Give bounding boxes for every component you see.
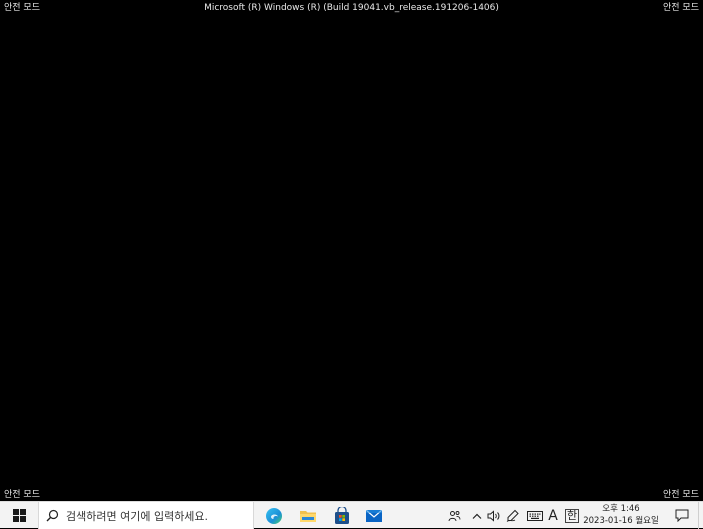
show-desktop-button[interactable] xyxy=(698,502,703,529)
volume-button[interactable] xyxy=(486,502,502,529)
people-icon xyxy=(448,510,460,521)
edge-icon xyxy=(266,507,282,524)
taskbar: 검색하려면 여기에 입력하세요. A 한 오후 1:46 2023-01-16 … xyxy=(0,501,703,529)
file-explorer-icon xyxy=(300,510,316,522)
search-icon xyxy=(46,509,60,523)
windows-logo-icon xyxy=(12,509,26,522)
ime-indicator[interactable]: 한 xyxy=(564,502,580,529)
keyboard-icon xyxy=(527,510,543,521)
speaker-volume-icon xyxy=(487,509,500,522)
search-placeholder: 검색하려면 여기에 입력하세요. xyxy=(66,509,209,523)
pen-workspace-icon xyxy=(506,509,519,522)
taskbar-app-edge[interactable] xyxy=(257,502,291,529)
touch-keyboard-button[interactable] xyxy=(526,502,544,529)
taskbar-app-mail[interactable] xyxy=(357,502,391,529)
action-center-button[interactable] xyxy=(670,502,694,529)
taskbar-clock[interactable]: 오후 1:46 2023-01-16 월요일 xyxy=(582,503,660,527)
people-button[interactable] xyxy=(445,502,463,529)
taskbar-search-box[interactable]: 검색하려면 여기에 입력하세요. xyxy=(38,502,254,529)
taskbar-app-file-explorer[interactable] xyxy=(291,502,325,529)
start-button[interactable] xyxy=(0,502,38,529)
windows-build-string: Microsoft (R) Windows (R) (Build 19041.v… xyxy=(204,3,499,13)
safe-mode-label-bottom-left: 안전 모드 xyxy=(4,490,40,500)
microsoft-store-icon xyxy=(335,506,349,524)
mail-icon xyxy=(365,509,383,522)
clock-date: 2023-01-16 월요일 xyxy=(583,516,659,526)
show-hidden-icons-button[interactable] xyxy=(470,502,484,529)
input-mode-indicator[interactable]: A xyxy=(546,502,560,529)
safe-mode-label-bottom-right: 안전 모드 xyxy=(663,490,699,500)
pen-workspace-button[interactable] xyxy=(505,502,521,529)
ime-label: 한 xyxy=(564,508,580,523)
taskbar-app-store[interactable] xyxy=(325,502,359,529)
clock-time: 오후 1:46 xyxy=(602,504,640,514)
chevron-up-icon xyxy=(472,513,482,519)
notification-icon xyxy=(675,509,689,522)
